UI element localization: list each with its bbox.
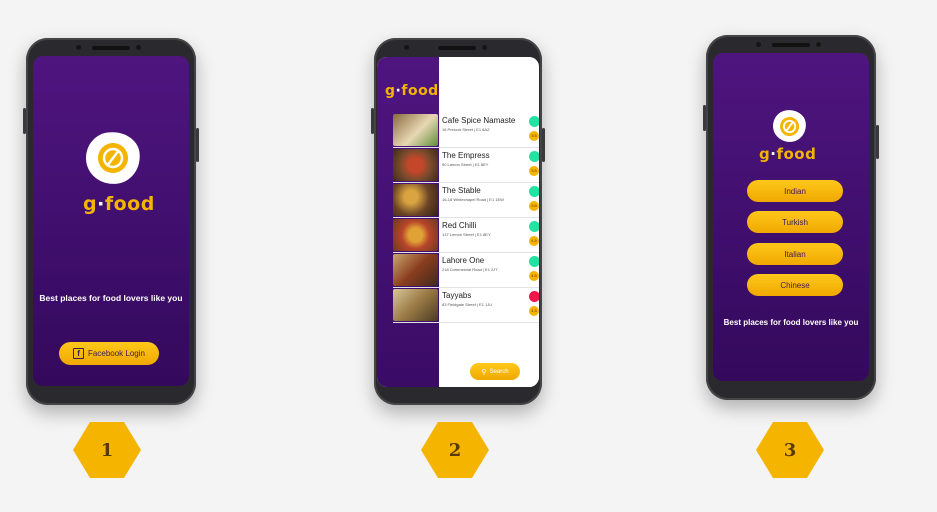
list-item[interactable]: Cafe Spice Namaste 16 Prescot Street | E… [393,113,539,148]
phone-sensor [756,42,761,47]
gfood-logo-text: g·food [759,145,817,163]
rating-badge: 4.5 [529,236,539,246]
food-thumbnail [393,219,438,251]
phone-camera [816,42,821,47]
phone-sensor [404,45,409,50]
restaurant-list-screen: g·food Cafe Spice Namaste 16 Prescot Str… [377,57,539,387]
facebook-icon: f [73,348,85,359]
restaurant-name: Lahore One [442,256,485,265]
restaurant-list: Cafe Spice Namaste 16 Prescot Street | E… [393,57,539,387]
phone-speaker [772,43,810,47]
gfood-logo-badge [82,128,144,188]
category-screen: g·food Indian Turkish Italian Chinese Be… [713,53,869,381]
phone-camera [136,45,141,50]
list-item[interactable]: The Empress 90 Lamon Street | E1 8EY 3.5 [393,148,539,183]
restaurant-address: 218 Commercial Road | E1 2JT [442,267,498,272]
search-button[interactable]: ⚲ Search [470,363,520,380]
category-button-italian[interactable]: Italian [747,243,843,265]
phone-speaker [92,46,130,50]
gfood-logo-text: g·food [385,83,439,99]
restaurant-address: 83 Fieldgate Street | E1 1JU [442,302,493,307]
rating-badge: 3.5 [529,166,539,176]
facebook-login-label: Facebook Login [88,349,145,358]
status-dot [529,186,539,197]
category-button-chinese[interactable]: Chinese [747,274,843,296]
tagline: Best places for food lovers like you [723,318,859,327]
restaurant-address: 16-18 Whitechapel Road | E1 1EW [442,197,504,202]
status-dot [529,151,539,162]
status-dot [529,116,539,127]
power-button [876,125,879,159]
phone-speaker [438,46,476,50]
food-thumbnail [393,149,438,181]
restaurant-name: Cafe Spice Namaste [442,116,516,125]
rating-badge: 3.5 [529,131,539,141]
category-button-indian[interactable]: Indian [747,180,843,202]
phone-camera [482,45,487,50]
food-thumbnail [393,184,438,216]
restaurant-name: Tayyabs [442,291,472,300]
restaurant-name: The Stable [442,186,481,195]
rating-badge: 4.5 [529,306,539,316]
login-screen: g·food Best places for food lovers like … [33,56,189,386]
volume-button [371,108,374,134]
facebook-login-button[interactable]: f Facebook Login [59,342,159,365]
restaurant-address: 137 Lemon Street | E1 8EY [442,232,491,237]
list-item[interactable]: Lahore One 218 Commercial Road | E1 2JT … [393,253,539,288]
volume-button [23,108,26,134]
food-thumbnail [393,254,438,286]
rating-badge: 4.5 [529,271,539,281]
category-button-turkish[interactable]: Turkish [747,211,843,233]
phone-sensor [76,45,81,50]
list-item[interactable]: Tayyabs 83 Fieldgate Street | E1 1JU 4.5 [393,288,539,323]
gfood-logo-text: g·food [83,193,155,215]
plate-icon [96,141,130,175]
volume-button [703,105,706,131]
rating-badge: 3.8 [529,201,539,211]
restaurant-name: The Empress [442,151,490,160]
phone-mockup-3: g·food Indian Turkish Italian Chinese Be… [703,35,879,400]
search-button-label: Search [489,368,509,375]
status-dot [529,291,539,302]
power-button [196,128,199,162]
step-badge-2: 2 [421,422,489,478]
status-dot [529,221,539,232]
step-badge-3: 3 [756,422,824,478]
restaurant-address: 90 Lamon Street | E1 8EY [442,162,489,167]
food-thumbnail [393,289,438,321]
power-button [542,128,545,162]
fork-spoon-icon [102,147,124,169]
phone-mockup-1: g·food Best places for food lovers like … [23,38,199,405]
plate-icon [778,115,801,138]
status-dot [529,256,539,267]
list-item[interactable]: The Stable 16-18 Whitechapel Road | E1 1… [393,183,539,218]
magnifier-icon: ⚲ [481,368,487,376]
tagline: Best places for food lovers like you [39,293,183,303]
phone-mockup-2: g·food Cafe Spice Namaste 16 Prescot Str… [371,38,545,405]
food-thumbnail [393,114,438,146]
restaurant-address: 16 Prescot Street | E1 8AZ [442,127,490,132]
fork-spoon-icon [782,119,797,134]
restaurant-name: Red Chilli [442,221,477,230]
gfood-logo-badge [770,107,809,145]
list-item[interactable]: Red Chilli 137 Lemon Street | E1 8EY 4.5 [393,218,539,253]
step-badge-1: 1 [73,422,141,478]
